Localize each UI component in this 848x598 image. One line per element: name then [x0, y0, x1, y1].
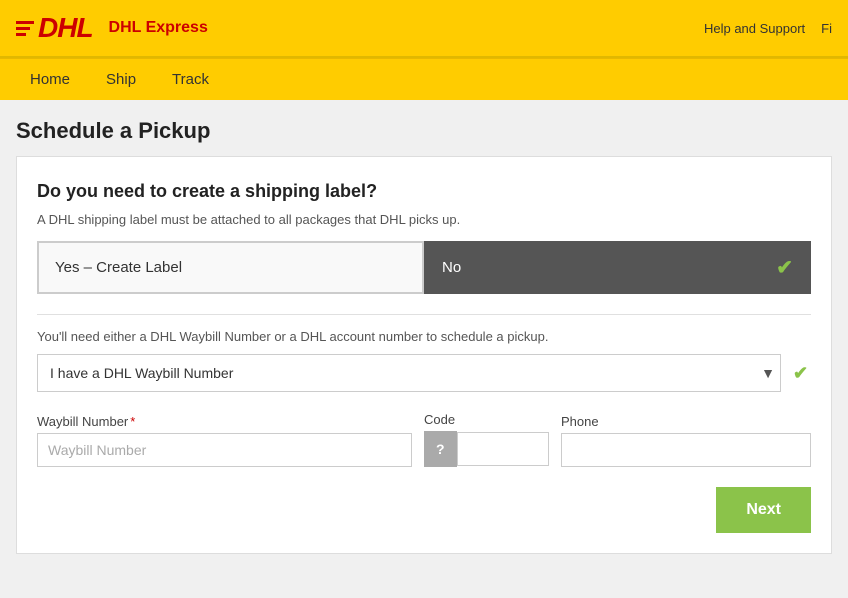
- header-link-2[interactable]: Fi: [821, 21, 832, 36]
- dhl-logo: DHL: [16, 12, 93, 44]
- dhl-text: DHL: [38, 12, 93, 44]
- code-field-row: ?: [424, 431, 549, 467]
- question-title: Do you need to create a shipping label?: [37, 181, 811, 202]
- yes-create-label-button[interactable]: Yes – Create Label: [37, 241, 424, 294]
- no-button[interactable]: No ✔: [424, 241, 811, 294]
- dhl-line-3: [16, 33, 26, 36]
- waybill-select-wrapper: I have a DHL Waybill NumberI have a DHL …: [37, 354, 811, 392]
- page-title-area: Schedule a Pickup: [0, 100, 848, 156]
- waybill-type-select[interactable]: I have a DHL Waybill NumberI have a DHL …: [37, 354, 781, 392]
- pickup-card: Do you need to create a shipping label? …: [16, 156, 832, 554]
- dhl-lines-icon: [16, 21, 34, 36]
- checkmark-icon: ✔: [776, 255, 793, 280]
- question-subtitle: A DHL shipping label must be attached to…: [37, 212, 811, 227]
- required-star: *: [130, 414, 135, 429]
- code-label: Code: [424, 412, 549, 427]
- label-options: Yes – Create Label No ✔: [37, 241, 811, 294]
- dhl-line-2: [16, 27, 30, 30]
- select-valid-checkmark-icon: ✔: [793, 363, 808, 384]
- code-help-button[interactable]: ?: [424, 431, 457, 467]
- code-input[interactable]: [457, 432, 549, 466]
- page-title: Schedule a Pickup: [16, 118, 832, 144]
- section-divider: [37, 314, 811, 315]
- waybill-field-group: Waybill Number*: [37, 414, 412, 467]
- main-content: Do you need to create a shipping label? …: [0, 156, 848, 570]
- phone-label: Phone: [561, 414, 811, 429]
- waybill-input[interactable]: [37, 433, 412, 467]
- nav-track[interactable]: Track: [154, 59, 227, 100]
- dhl-line-1: [16, 21, 34, 24]
- actions-row: Next: [37, 487, 811, 533]
- nav-home[interactable]: Home: [12, 59, 88, 100]
- code-field-group: Code ?: [424, 412, 549, 467]
- header: DHL DHL Express Help and Support Fi: [0, 0, 848, 58]
- waybill-label: Waybill Number*: [37, 414, 412, 429]
- nav-bar: Home Ship Track: [0, 58, 848, 100]
- logo-area: DHL DHL Express: [16, 12, 208, 44]
- phone-field-group: Phone: [561, 414, 811, 467]
- phone-input[interactable]: [561, 433, 811, 467]
- next-button[interactable]: Next: [716, 487, 811, 533]
- nav-ship[interactable]: Ship: [88, 59, 154, 100]
- help-support-link[interactable]: Help and Support: [704, 21, 805, 36]
- brand-name: DHL Express: [109, 19, 208, 37]
- fields-row: Waybill Number* Code ? Phone: [37, 412, 811, 467]
- header-links: Help and Support Fi: [704, 21, 832, 36]
- waybill-info: You'll need either a DHL Waybill Number …: [37, 329, 811, 344]
